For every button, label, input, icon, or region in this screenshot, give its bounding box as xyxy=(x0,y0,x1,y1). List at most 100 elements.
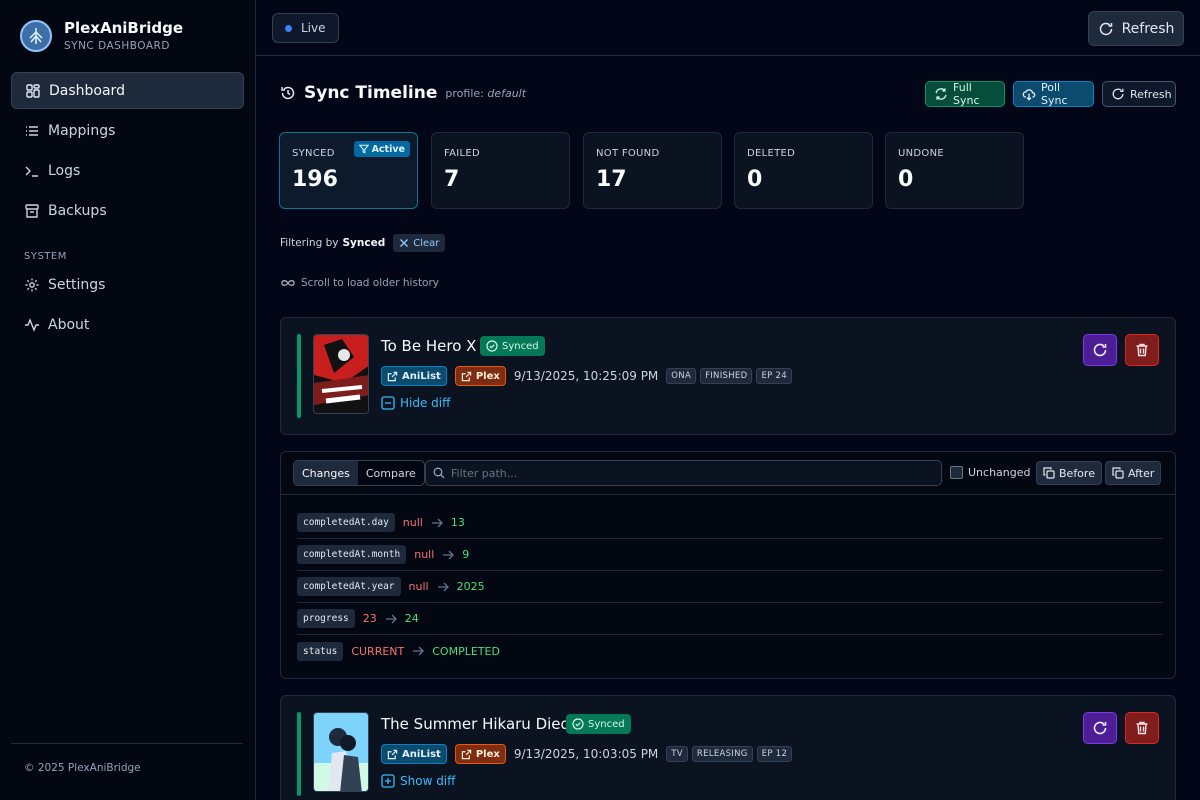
diff-toolbar: Changes Compare Unchanged Before After xyxy=(281,452,1175,495)
external-link-icon xyxy=(387,749,402,760)
resync-button[interactable] xyxy=(1083,712,1117,744)
unchanged-toggle[interactable]: Unchanged xyxy=(950,466,1031,479)
history-icon xyxy=(280,85,296,101)
trash-icon xyxy=(1134,720,1150,736)
refresh-button[interactable]: Refresh xyxy=(1088,11,1184,46)
filter-path-field[interactable] xyxy=(425,460,942,486)
brand-subtitle: SYNC DASHBOARD xyxy=(64,40,170,52)
tab-changes[interactable]: Changes xyxy=(294,461,358,485)
stat-value: 17 xyxy=(596,167,627,192)
filter-path-input[interactable] xyxy=(451,466,931,480)
status-label: Synced xyxy=(502,340,539,352)
anilist-label: AniList xyxy=(402,748,441,760)
anilist-label: AniList xyxy=(402,370,441,382)
arrow-right-icon xyxy=(431,518,443,528)
trash-icon xyxy=(1134,342,1150,358)
sidebar-item-label: About xyxy=(48,316,90,333)
poster-image[interactable] xyxy=(313,712,369,792)
stat-label: UNDONE xyxy=(898,148,944,159)
timestamp: 9/13/2025, 10:25:09 PM xyxy=(513,369,659,383)
copy-icon xyxy=(1112,467,1128,479)
status-bar xyxy=(297,334,301,418)
poll-sync-button[interactable]: Poll Sync xyxy=(1013,81,1094,107)
diff-path: completedAt.day xyxy=(297,513,395,532)
full-sync-button[interactable]: Full Sync xyxy=(925,81,1005,107)
arrow-right-icon xyxy=(437,582,449,592)
stat-value: 7 xyxy=(444,167,460,192)
sidebar-item-dashboard[interactable]: Dashboard xyxy=(11,72,244,109)
sidebar-item-label: Dashboard xyxy=(49,82,125,99)
stat-card-undone[interactable]: UNDONE 0 xyxy=(885,132,1024,209)
stat-card-synced[interactable]: SYNCED 196 Active xyxy=(279,132,418,209)
topbar: Live Refresh xyxy=(256,0,1200,56)
unchanged-label: Unchanged xyxy=(968,466,1031,479)
refresh-label: Refresh xyxy=(1121,20,1175,37)
sync-icon xyxy=(934,87,953,101)
history-item: The Summer Hikaru Died Synced AniList Pl… xyxy=(280,695,1176,800)
sidebar: PlexAniBridge SYNC DASHBOARD Dashboard M… xyxy=(0,0,256,800)
status-tag: RELEASING xyxy=(691,746,753,762)
stat-value: 0 xyxy=(898,167,914,192)
after-label: After xyxy=(1128,466,1155,480)
check-circle-icon xyxy=(486,340,502,352)
gear-icon xyxy=(24,277,40,293)
page-title: Sync Timeline xyxy=(304,83,438,103)
timeline-header: Sync Timeline profile: default xyxy=(280,83,526,103)
anilist-link[interactable]: AniList xyxy=(381,366,447,386)
filter-icon xyxy=(358,144,372,154)
timestamp: 9/13/2025, 10:03:05 PM xyxy=(513,747,659,761)
old-value: null xyxy=(402,516,423,529)
plex-link[interactable]: Plex xyxy=(454,366,506,386)
refresh-icon xyxy=(1092,720,1108,736)
live-label: Live xyxy=(301,21,326,35)
brand-name: PlexAniBridge xyxy=(64,19,184,37)
stat-card-deleted[interactable]: DELETED 0 xyxy=(734,132,873,209)
unchanged-checkbox[interactable] xyxy=(950,466,963,479)
poster-image[interactable] xyxy=(313,334,369,414)
sidebar-item-about[interactable]: About xyxy=(11,306,244,343)
diff-row: progress 23 24 xyxy=(297,603,1163,635)
sidebar-item-mappings[interactable]: Mappings xyxy=(11,112,244,149)
arrow-right-icon xyxy=(385,614,397,624)
filter-indicator: Filtering by Synced Clear xyxy=(280,234,446,252)
new-value: 24 xyxy=(404,612,419,625)
stat-value: 0 xyxy=(747,167,763,192)
old-value: 23 xyxy=(362,612,377,625)
show-diff-toggle[interactable]: Show diff xyxy=(381,774,455,788)
delete-button[interactable] xyxy=(1125,712,1159,744)
profile-prefix: profile: xyxy=(445,86,484,100)
episode-tag: EP 12 xyxy=(756,746,793,762)
diff-path: progress xyxy=(297,609,355,628)
sidebar-item-settings[interactable]: Settings xyxy=(11,266,244,303)
profile-label: profile: default xyxy=(445,87,526,100)
copy-after-button[interactable]: After xyxy=(1105,461,1162,485)
sidebar-item-backups[interactable]: Backups xyxy=(11,192,244,229)
diff-row: completedAt.year null 2025 xyxy=(297,571,1163,603)
anilist-link[interactable]: AniList xyxy=(381,744,447,764)
brand[interactable]: PlexAniBridge SYNC DASHBOARD xyxy=(20,18,183,54)
hide-diff-toggle[interactable]: Hide diff xyxy=(381,396,450,410)
delete-button[interactable] xyxy=(1125,334,1159,366)
activity-icon xyxy=(24,317,40,333)
new-value: 2025 xyxy=(456,580,485,593)
grid-icon xyxy=(25,83,41,99)
resync-button[interactable] xyxy=(1083,334,1117,366)
plex-link[interactable]: Plex xyxy=(454,744,506,764)
arrow-right-icon xyxy=(412,646,425,656)
diff-path: completedAt.month xyxy=(297,545,407,564)
clear-filter-button[interactable]: Clear xyxy=(393,234,446,252)
old-value: null xyxy=(414,548,435,561)
old-value: null xyxy=(408,580,429,593)
new-value: 9 xyxy=(462,548,470,561)
sidebar-item-logs[interactable]: Logs xyxy=(11,152,244,189)
plus-square-icon xyxy=(381,774,400,788)
tab-compare[interactable]: Compare xyxy=(358,461,424,485)
copy-before-button[interactable]: Before xyxy=(1036,461,1102,485)
stat-card-failed[interactable]: FAILED 7 xyxy=(431,132,570,209)
stat-card-not-found[interactable]: NOT FOUND 17 xyxy=(583,132,722,209)
timeline-refresh-button[interactable]: Refresh xyxy=(1102,81,1176,107)
timeline-refresh-label: Refresh xyxy=(1130,87,1172,101)
sidebar-item-label: Mappings xyxy=(48,122,116,139)
live-status[interactable]: Live xyxy=(272,13,339,43)
filter-value: Synced xyxy=(342,237,386,249)
